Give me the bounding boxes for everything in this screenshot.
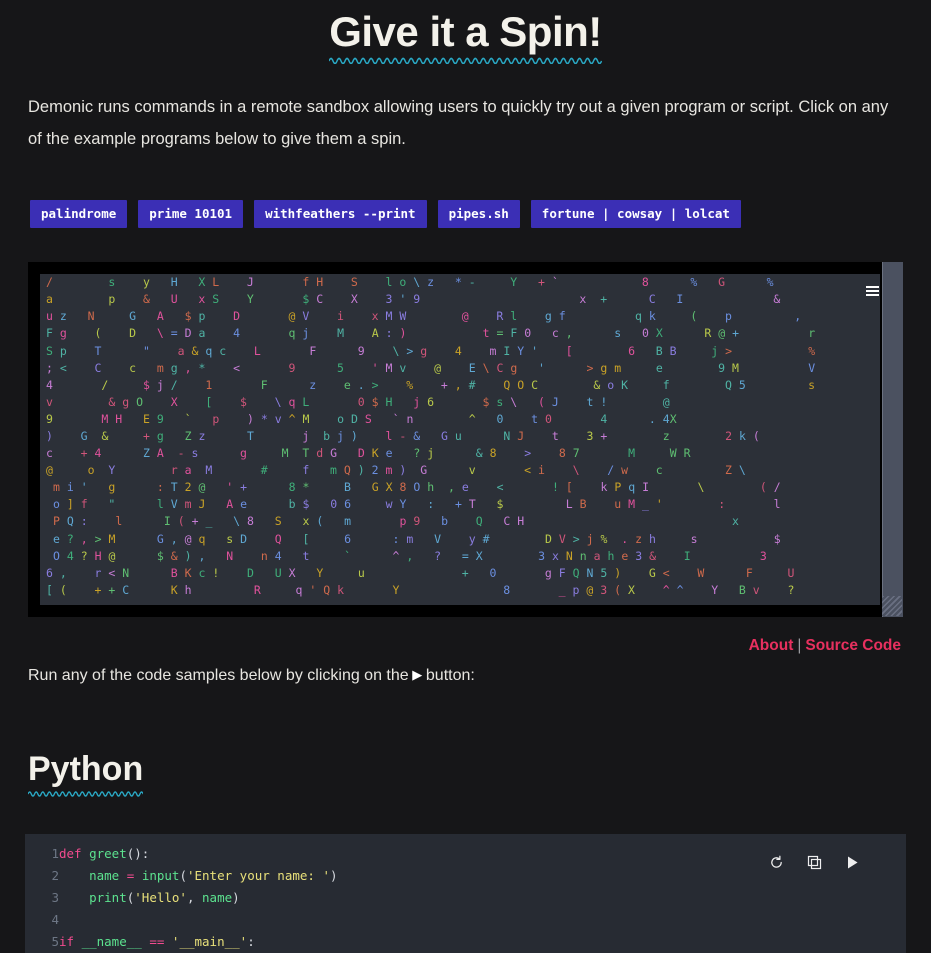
example-button-fortune[interactable]: fortune | cowsay | lolcat xyxy=(530,199,741,229)
code-actions xyxy=(766,852,862,872)
terminal-line: / s y H X L J f H S l o \ z * - Y + ` 8 … xyxy=(46,275,774,290)
run-instructions: Run any of the code samples below by cli… xyxy=(28,663,903,689)
run-instructions-before: Run any of the code samples below by cli… xyxy=(28,667,409,685)
section-heading-python: Python xyxy=(28,749,144,797)
terminal-window[interactable]: / s y H X L J f H S l o \ z * - Y + ` 8 … xyxy=(28,262,903,618)
code-line: 3 print('Hello', name) xyxy=(25,890,906,912)
terminal-line: u z N G A $ p D @ V i x M W @ R l g f q … xyxy=(46,309,802,324)
terminal-line: ; < C c m g , * < 9 5 ' M v @ E \ C g ' … xyxy=(46,360,816,375)
example-buttons-row: palindrome prime 10101 withfeathers --pr… xyxy=(30,199,931,229)
terminal-resize-grip[interactable] xyxy=(882,596,902,617)
terminal-scrollbar[interactable] xyxy=(882,262,903,618)
title-container: Give it a Spin! xyxy=(0,0,931,66)
links-separator: | xyxy=(797,637,802,655)
code-token: greet xyxy=(89,846,127,862)
terminal-line: P Q : l I ( + _ \ 8 S x ( m p 9 b Q C H … xyxy=(52,514,739,529)
code-token: ( xyxy=(179,868,187,884)
terminal-marker-icon xyxy=(866,286,879,297)
code-line: 4 xyxy=(25,912,906,934)
section-wavy-underline xyxy=(28,789,144,797)
page-title: Give it a Spin! xyxy=(329,8,602,66)
code-line-number: 2 xyxy=(51,868,59,884)
terminal-line: m i ' g : T 2 @ ' + 8 * B G X 8 O h , e … xyxy=(52,480,781,495)
play-icon: ▶ xyxy=(408,667,426,683)
run-instructions-after: button: xyxy=(425,667,475,685)
terminal-line: v & g O X [ $ \ q L 0 $ H j 6 $ s \ ( J … xyxy=(46,394,670,409)
code-token: ) xyxy=(232,890,240,906)
terminal-line: c + 4 Z A - s g M T d G D K e ? j & 8 > … xyxy=(46,446,691,461)
code-token: __name__ xyxy=(81,934,142,950)
code-line-number: 5 xyxy=(51,934,59,950)
code-token: (): xyxy=(126,846,150,862)
reset-icon[interactable] xyxy=(766,852,786,872)
code-line: 5 if __name__ == '__main__': xyxy=(25,934,906,953)
code-line-number: 3 xyxy=(51,890,59,906)
about-link[interactable]: About xyxy=(749,637,794,654)
terminal-line: S p T " a & q c L F 9 \ > g 4 m I Y ' [ … xyxy=(46,343,816,358)
terminal-line: 9 M H E 9 ` p ) * v ^ M o D S ` n ^ 0 t … xyxy=(46,411,677,426)
terminal-line: 4 / $ j / 1 F z e . > % + , # Q O C & o … xyxy=(46,377,816,392)
title-wavy-underline xyxy=(329,55,602,65)
copy-icon[interactable] xyxy=(804,852,824,872)
code-token: '__main__' xyxy=(171,934,248,950)
code-line-number: 1 xyxy=(51,846,59,862)
code-token: def xyxy=(59,846,90,862)
code-token: print xyxy=(89,890,127,906)
code-token: : xyxy=(247,934,255,950)
code-line-content: print('Hello', name) xyxy=(59,890,906,912)
terminal-line: o ] f " l V m J A e b $ 0 6 w Y : + T $ … xyxy=(52,497,781,512)
terminal-line: e ? , > M G , @ q s D Q [ 6 : m V y # D … xyxy=(52,531,781,546)
code-line-content xyxy=(59,912,906,934)
code-line-number: 4 xyxy=(51,912,59,928)
code-token: name xyxy=(89,868,120,884)
terminal-scrollbar-thumb[interactable] xyxy=(883,262,903,563)
terminal-line: a p & U x S Y $ C X 3 ' 9 x + C I & xyxy=(46,292,781,307)
source-code-link[interactable]: Source Code xyxy=(805,637,901,654)
code-token: == xyxy=(149,934,165,950)
page-root: Give it a Spin! Demonic runs commands in… xyxy=(0,0,931,953)
page-title-text: Give it a Spin! xyxy=(329,8,602,55)
code-token: 'Hello' xyxy=(134,890,187,906)
code-token: name xyxy=(202,890,233,906)
section-heading-text: Python xyxy=(28,749,144,788)
code-line-content: if __name__ == '__main__': xyxy=(59,934,906,953)
terminal-line: ) G & + g Z z T j b j ) l - & G u N J t … xyxy=(46,428,760,443)
run-icon[interactable] xyxy=(842,852,862,872)
code-token: if xyxy=(59,934,82,950)
code-token: ) xyxy=(329,868,338,884)
example-button-palindrome[interactable]: palindrome xyxy=(30,199,128,229)
terminal-output: / s y H X L J f H S l o \ z * - Y + ` 8 … xyxy=(40,274,880,606)
intro-paragraph: Demonic runs commands in a remote sandbo… xyxy=(28,98,889,148)
terminal-line: [ ( + + C K h R q ' Q k Y 8 _ p @ 3 ( X … xyxy=(46,582,795,597)
footer-links: About | Source Code xyxy=(0,637,901,655)
code-token: , xyxy=(186,890,203,906)
example-button-pipes[interactable]: pipes.sh xyxy=(437,199,520,229)
code-block-python: 1 def greet(): 2 name = input('Enter your … xyxy=(25,834,906,953)
code-token: input xyxy=(141,868,180,884)
example-button-prime[interactable]: prime 10101 xyxy=(138,199,244,229)
terminal-line: O 4 ? H @ $ & ) , N n 4 t ` ^ , ? = X 3 … xyxy=(52,548,767,563)
terminal-line: 6 , r < N B K c ! D U X Y u + 0 g F Q N … xyxy=(46,565,795,580)
terminal-line: F g ( D \ = D a 4 q j M A : ) t = F 0 c … xyxy=(46,326,816,341)
example-button-withfeathers[interactable]: withfeathers --print xyxy=(254,199,427,229)
terminal-line: @ o Y r a M # f m Q ) 2 m ) G v < i \ / … xyxy=(46,463,746,478)
code-token: 'Enter your name: ' xyxy=(186,868,330,884)
